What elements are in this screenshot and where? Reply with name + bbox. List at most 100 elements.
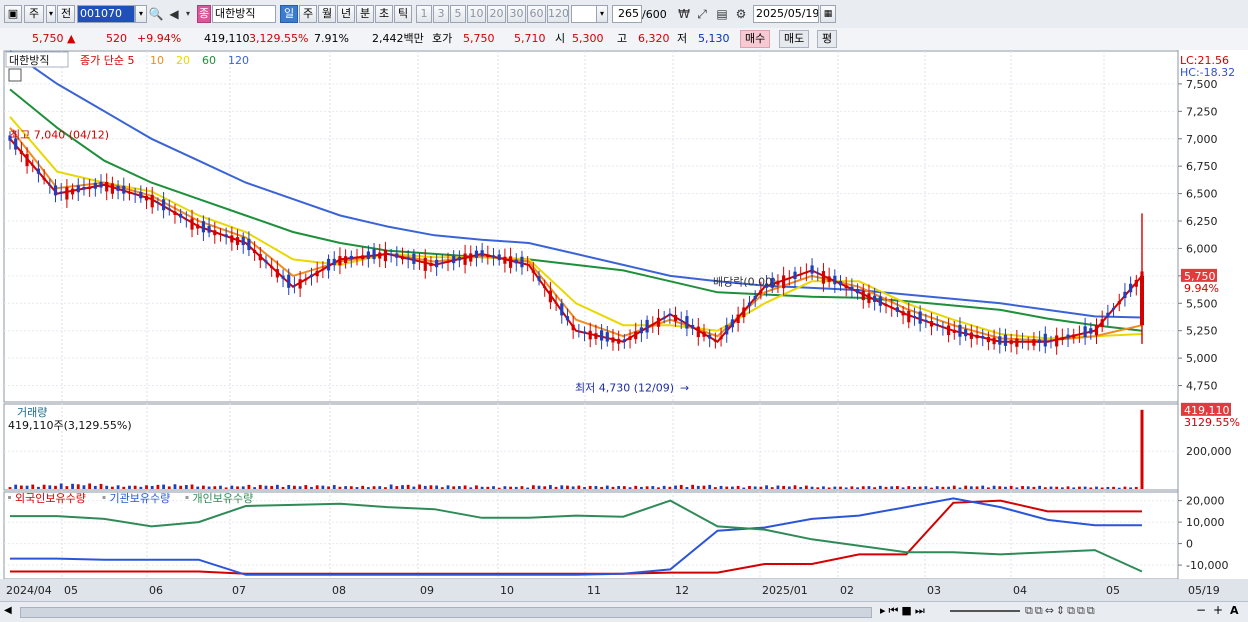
volume-bar [651,486,655,489]
market-select-button[interactable]: 주 [24,5,44,23]
candle-body [253,249,257,254]
interval-tab-120[interactable]: 120 [547,5,569,23]
volume-bar [770,487,774,489]
x-tick-label-4: 08 [332,584,346,597]
scroll-left-icon[interactable]: ◀ [4,605,12,616]
volume-bar [361,485,365,489]
gear-icon[interactable]: ⚙ [733,5,749,23]
candle-body [349,255,353,260]
price-panel-frame [3,50,1179,403]
volume-bar [1072,487,1076,489]
volume-bar [765,485,768,489]
candle-body [952,329,956,333]
interval-tab-5[interactable]: 5 [450,5,466,23]
volume-bar [287,484,291,489]
interval-tab-20[interactable]: 20 [487,5,506,23]
interval-tab-1[interactable]: 1 [416,5,432,23]
buy-button[interactable]: 매수 [740,30,771,48]
price-tick-label-5250: 5,250 [1186,325,1218,338]
candle-body [799,274,803,276]
period-tab-0[interactable]: 일 [280,5,298,23]
volume-bar [1043,487,1047,489]
candle-body [702,332,706,337]
volume-bar [344,486,348,489]
eval-button[interactable]: 평 [817,30,838,48]
zoom-slider[interactable] [950,610,1020,612]
calendar-icon[interactable]: ▦ [820,5,836,23]
volume-bar [497,487,501,489]
interval-tab-3[interactable]: 3 [433,5,449,23]
low-price: 5,130 [698,32,730,45]
stock-chart[interactable]: 2024/04 05 06 07 08 09 10 11 12 2025/01 02 03 04 05 05… [0,50,1248,601]
candle-body [1077,333,1082,336]
save-icon[interactable]: ▤ [714,5,730,23]
interval-dropdown-icon[interactable]: ▾ [596,5,608,23]
volume-bar [93,485,97,489]
period-tab-1[interactable]: 주 [299,5,317,23]
period-tab-2[interactable]: 월 [318,5,336,23]
view-tools-icon[interactable]: ⧉⧉⇔⇕⧉⧉⧉ [1025,604,1097,618]
candle-body [156,202,160,204]
candle-style-icon[interactable]: ₩ [676,5,692,23]
sell-button[interactable]: 매도 [779,30,810,48]
candle-body [190,218,194,230]
period-tab-3[interactable]: 년 [337,5,355,23]
stock-code-input[interactable]: 001070 [77,5,135,23]
volume-bar [1117,487,1121,489]
candle-body [605,332,609,342]
chart-layout-icon[interactable]: ▣ [4,5,22,23]
volume-bar [82,485,86,489]
candle-body [793,271,797,279]
volume-bar [184,485,188,489]
grid-toggle-icon[interactable] [8,68,22,82]
zoom-fit-icon[interactable]: ⤢ [694,5,710,23]
candle-body [810,265,814,274]
chart-area[interactable]: 2024/04 05 06 07 08 09 10 11 12 2025/01 02 03 04 05 05… [0,50,1248,601]
zoom-out-icon[interactable]: − [1196,603,1206,617]
volume-bar [31,484,35,489]
interval-tab-30[interactable]: 30 [507,5,526,23]
interval-tab-60[interactable]: 60 [527,5,546,23]
prev-button[interactable]: 전 [57,5,75,23]
period-tab-4[interactable]: 분 [356,5,374,23]
candle-body [565,316,570,321]
volume-bar [867,486,871,489]
volume-bar [560,485,564,489]
candle-body [1083,326,1087,337]
playback-controls-icon[interactable]: ▸⏮■⏭ [880,604,928,618]
scroll-track[interactable] [20,607,872,618]
candle-body [725,325,729,335]
candle-body [88,186,92,190]
candle-body [503,256,507,264]
volume-bar [88,483,92,489]
chart-scrollbar[interactable]: ◀ ▸⏮■⏭ ⧉⧉⇔⇕⧉⧉⧉ − + A [0,601,1248,622]
candle-body [617,338,621,344]
market-dropdown-icon[interactable]: ▾ [46,5,56,23]
candle-body [543,286,547,289]
search-icon[interactable]: 🔍 [148,5,164,23]
code-dropdown-icon[interactable]: ▾ [135,5,147,23]
volume-bar [804,485,808,489]
volume-bar [685,486,689,489]
period-tab-6[interactable]: 틱 [394,5,412,23]
volume-bar [224,487,228,489]
volume-bar [71,483,74,489]
data-count-total: /600 [642,8,667,21]
interval-tab-10[interactable]: 10 [467,5,486,23]
stock-name-field[interactable]: 대한방직 [212,5,276,23]
font-size-icon[interactable]: A [1230,604,1239,617]
data-count-input[interactable]: 265 [612,5,642,23]
turnover-rate: 7.91% [314,32,349,45]
volume-bar [338,486,342,489]
speaker-dropdown-icon[interactable]: ▾ [180,5,196,23]
volume-bar [708,484,712,489]
candle-body [196,224,200,229]
volume-bar [219,485,222,489]
zoom-in-icon[interactable]: + [1213,603,1223,617]
date-input[interactable]: 2025/05/19 [753,5,819,23]
volume-bar [258,484,262,489]
period-tab-5[interactable]: 초 [375,5,393,23]
candle-body [139,191,143,199]
candle-body [514,259,518,264]
candle-body [361,255,365,260]
